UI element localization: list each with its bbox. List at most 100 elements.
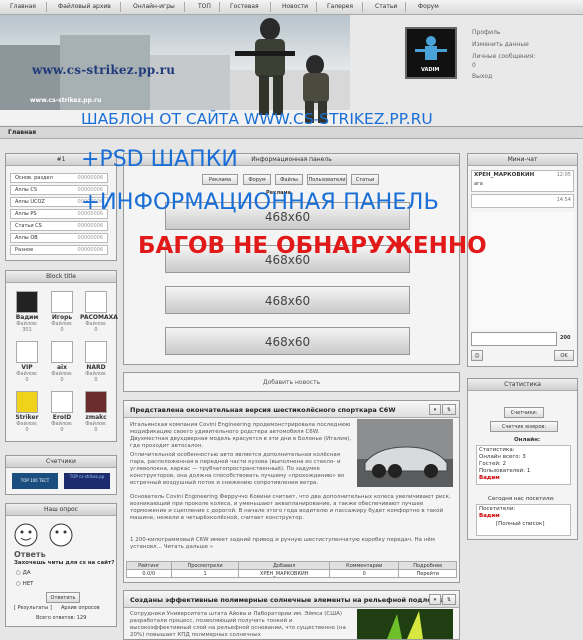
news-read-more[interactable]: 1 200-килограммовый C6W имеет задний при… [130,537,455,551]
user-files-count: 0 [94,427,98,433]
menu-item[interactable]: Основ. раздел 00000006 [10,173,108,183]
chat-user[interactable]: ХРЕН_МАРКОВКИН [474,172,534,178]
section-counters-title: Счетчики [6,456,116,468]
avatar [85,391,107,413]
chat-scroll-area[interactable] [471,212,574,330]
full-list-link[interactable]: [Полный список] [496,521,544,527]
user-counter-button[interactable]: Счетчик юзеров: [490,421,558,432]
poll-option[interactable]: ○ НЕТ [16,581,34,587]
table-cell[interactable]: Перейти [398,569,457,578]
section-poll: Наш опрос Ответь Захочешь читы для cs на… [5,503,117,627]
user-name: NARD [86,364,106,371]
news-title[interactable]: Созданы эффективные полимерные солнечные… [130,596,447,604]
soldier-icon [415,36,447,60]
nav-online-games[interactable]: Онлайн-игры [133,3,175,10]
news-menu-button[interactable]: ▾ [429,594,441,605]
counter-badge[interactable]: TOP cs-strikez.pp [64,473,110,489]
chat-smiles-button[interactable]: ☺ [471,350,483,361]
nav-home[interactable]: Главная [10,3,36,10]
nav-gallery[interactable]: Галерея [327,3,353,10]
messages-link[interactable]: Личные сообщения: [472,53,535,60]
news-paragraph: Сотрудники Университета штата Айова и Ла… [130,611,346,638]
news-title[interactable]: Представлена окончательная версия шестик… [130,406,396,414]
ad-banner[interactable]: 468x60 [165,286,410,314]
car-image[interactable] [357,419,453,487]
nav-top[interactable]: ТОП [198,3,211,10]
menu-item-label: Аллы OB [15,235,38,241]
user-files-count: 0 [60,427,64,433]
menu-item[interactable]: Разное 00000006 [10,245,108,255]
menu-item-count: 00000006 [77,175,103,181]
today-title: Сегодня нас посетили: [488,496,555,502]
user-card[interactable]: PACOMAXA Файлов: 0 [80,291,118,333]
counter-badge[interactable]: TOP 100 ТЕСТ [12,473,58,489]
poll-total: Всего ответов: 129 [36,615,87,621]
section-users: Block title Вадим Файлов: 301 Игорь Файлов:… [5,270,118,442]
user-card[interactable]: Игорь Файлов: 0 [46,291,78,333]
user-card[interactable]: EroID Файлов: 0 [46,391,78,433]
menu-item[interactable]: Статьи CS 00000006 [10,221,108,231]
poll-submit-button[interactable]: Ответить [46,592,80,603]
tab-articles[interactable]: Статьи [351,174,379,185]
breadcrumb-home[interactable]: Главная [8,129,36,136]
section-statistics-title: Статистика [468,379,577,391]
user-card[interactable]: zmakc Файлов: 0 [80,391,112,433]
nav-forum[interactable]: Форум [418,3,439,10]
avatar [51,291,73,313]
online-user-name[interactable]: Вадим [479,475,500,481]
user-name: EroID [52,414,72,421]
poll-option[interactable]: ○ ДА [16,570,31,576]
nav-divider [270,2,271,12]
profile-box: VADIM Профиль Изменить данные Личные соо… [395,23,580,117]
visitors-label: Посетители: [479,506,516,512]
radiation-icon [16,391,38,413]
tab-ads[interactable]: Реклама [202,174,238,185]
nav-news[interactable]: Новости [282,3,308,10]
nav-divider [184,2,185,12]
news-menu-button[interactable]: ▾ [429,404,441,415]
avatar [85,341,107,363]
visitor-name[interactable]: Вадим [479,513,500,519]
online-users: Пользователей: 1 [479,468,531,474]
poll-results-label: Результаты [17,605,49,611]
poll-results-link[interactable]: [ Результаты ] [14,605,52,611]
nav-files[interactable]: Файловый архив [58,3,111,10]
user-card[interactable]: Striker Файлов: 0 [11,391,43,433]
overlay-caption-1: ШАБЛОН ОТ САЙТА WWW.CS-STRIKEZ.PP.RU [81,110,433,128]
user-card[interactable]: aix Файлов: 0 [46,341,78,383]
user-card[interactable]: NARD Файлов: 0 [80,341,112,383]
user-card[interactable]: VIP Файлов: 0 [11,341,43,383]
chat-input[interactable] [471,332,557,346]
menu-item[interactable]: Аллы OB 00000006 [10,233,108,243]
user-card[interactable]: Вадим Файлов: 301 [11,291,43,333]
table-header: Добавил [238,561,330,570]
section-chat: Мини-чат ХРЕН_МАРКОВКИН 12:05 ага 14:54 … [467,153,578,367]
table-header: Подробнее [398,561,457,570]
counters-button[interactable]: Счетчики: [504,407,544,418]
nav-divider [120,2,121,12]
smiley-icon [14,523,73,547]
chat-send-button[interactable]: OK [554,350,574,361]
tab-forum[interactable]: Форум [243,174,271,185]
online-total: Онлайн всего: 3 [479,454,526,460]
user-avatar[interactable]: VADIM [405,27,457,79]
ad-banner[interactable]: 468x60 [165,327,410,355]
poll-archive-link[interactable]: Архив опросов [61,605,100,611]
tab-files[interactable]: Файлы [275,174,303,185]
nav-guestbook[interactable]: Гостевая [230,3,259,10]
add-news-button[interactable]: Добавить новость [123,372,460,392]
logout-link[interactable]: Выход [472,73,492,80]
edit-profile-link[interactable]: Изменить данные [472,41,529,48]
news-paragraph: Итальянская компания Covini Engineering … [130,422,352,449]
plant-image[interactable] [357,609,453,639]
tab-users[interactable]: Пользователи [307,174,347,185]
overlay-caption-2: +PSD ШАПКИ [81,147,238,172]
profile-link[interactable]: Профиль [472,29,500,36]
table-header: Комментарии [328,561,400,570]
table-cell[interactable]: 0 [328,569,400,578]
news-rating-button[interactable]: ⇅ [442,404,456,415]
table-cell[interactable]: ХРЕН_МАРКОВКИН [238,569,330,578]
avatar [51,341,73,363]
nav-articles[interactable]: Статьи [375,3,397,10]
news-rating-button[interactable]: ⇅ [442,594,456,605]
